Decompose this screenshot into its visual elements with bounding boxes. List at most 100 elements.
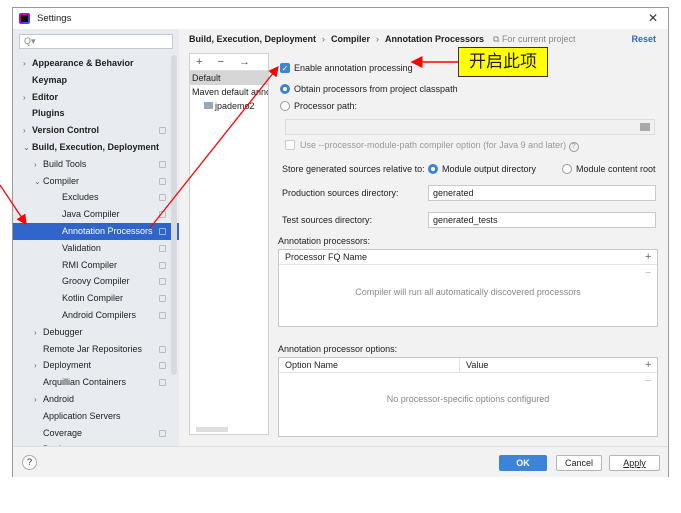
sidebar-item-application-servers[interactable]: Application Servers [13, 408, 179, 425]
chevron-right-icon[interactable]: › [34, 156, 37, 173]
project-scope-icon [159, 194, 166, 202]
add-processor-button[interactable]: + [645, 251, 651, 263]
breadcrumb-item[interactable]: Compiler [331, 34, 370, 44]
sidebar-item-keymap[interactable]: Keymap [13, 72, 179, 89]
for-current-project: ⧉ For current project [493, 34, 575, 45]
sidebar-item-version-control[interactable]: › Version Control [13, 122, 179, 139]
sidebar-item-editor[interactable]: › Editor [13, 89, 179, 106]
settings-sidebar: Q▾ › Appearance & Behavior Keymap › Editor Pl… [13, 29, 179, 446]
sidebar-item-arquillian-containers[interactable]: Arquillian Containers [13, 374, 179, 391]
sidebar-item-build-execution-deployment[interactable]: ⌄ Build, Execution, Deployment [13, 139, 179, 156]
title-bar: Settings ✕ [13, 8, 668, 29]
sidebar-item-compiler[interactable]: ⌄ Compiler [13, 173, 179, 190]
cancel-button[interactable]: Cancel [556, 455, 602, 471]
search-input[interactable]: Q▾ [19, 34, 173, 49]
close-icon[interactable]: ✕ [648, 11, 658, 25]
project-scope-icon [159, 379, 166, 387]
breadcrumb: Build, Execution, Deployment › Compiler › An… [189, 34, 485, 44]
sidebar-item-label: Build, Execution, Deployment [32, 142, 160, 152]
module-content-radio[interactable] [562, 164, 572, 174]
help-button[interactable]: ? [22, 455, 37, 470]
obtain-classpath-label[interactable]: Obtain processors from project classpath [294, 84, 458, 94]
project-scope-icon [159, 345, 166, 353]
project-scope-icon [159, 244, 166, 252]
sidebar-item-label: Plugins [32, 108, 65, 119]
obtain-classpath-radio[interactable] [280, 84, 290, 94]
sidebar-item-label: Application Servers [43, 410, 121, 421]
reset-link[interactable]: Reset [631, 34, 656, 44]
test-dir-input[interactable]: generated_tests [428, 212, 656, 228]
enable-annotation-label[interactable]: Enable annotation processing [294, 63, 413, 73]
sidebar-item-build-tools[interactable]: › Build Tools [13, 156, 179, 173]
sidebar-item-label: Kotlin Compiler [62, 293, 124, 304]
sidebar-item-java-compiler[interactable]: Java Compiler [13, 206, 179, 223]
sidebar-scrollbar[interactable] [171, 55, 177, 375]
processor-options-table[interactable]: Option Name Value No processor-specific … [278, 357, 658, 437]
breadcrumb-item[interactable]: Build, Execution, Deployment [189, 34, 316, 44]
module-path-label: Use --processor-module-path compiler opt… [300, 140, 579, 152]
chevron-down-icon[interactable]: ⌄ [23, 139, 30, 156]
module-output-radio[interactable] [428, 164, 438, 174]
sidebar-item-appearance-behavior[interactable]: › Appearance & Behavior [13, 55, 179, 72]
profile-default[interactable]: Default [190, 71, 268, 85]
profiles-toolbar[interactable]: + − → [190, 54, 268, 71]
chevron-down-icon[interactable]: ⌄ [34, 173, 41, 190]
breadcrumb-item: Annotation Processors [385, 34, 485, 44]
sidebar-item-plugins[interactable]: Plugins [13, 105, 179, 122]
sidebar-item-label: Debugger [43, 326, 83, 337]
copy-icon: ⧉ [493, 34, 502, 44]
value-header[interactable]: Value [459, 358, 488, 373]
apply-button[interactable]: Apply [609, 455, 660, 471]
remove-processor-button[interactable]: − [645, 267, 651, 279]
sidebar-item-label: Version Control [32, 125, 100, 136]
sidebar-item-groovy-compiler[interactable]: Groovy Compiler [13, 273, 179, 290]
profile-module[interactable]: jpademo2 [190, 99, 268, 113]
chevron-right-icon[interactable]: › [23, 122, 26, 139]
module-output-label[interactable]: Module output directory [442, 164, 536, 174]
settings-window: Settings ✕ Q▾ › Appearance & Behavior Keym… [12, 7, 669, 477]
profiles-list: + − → Default Maven default anno jpademo… [189, 53, 269, 435]
production-dir-input[interactable]: generated [428, 185, 656, 201]
processors-table[interactable]: Processor FQ Name Compiler will run all … [278, 249, 658, 327]
annotation-processors-label: Annotation processors: [278, 236, 371, 246]
folder-browse-icon[interactable] [640, 123, 650, 131]
profiles-hscrollbar[interactable] [196, 427, 228, 432]
help-icon[interactable]: ? [568, 142, 579, 152]
annotation-callout: 开启此项 [458, 47, 548, 77]
sidebar-item-label: Android [43, 394, 75, 404]
sidebar-item-annotation-processors[interactable]: Annotation Processors [13, 223, 179, 240]
sidebar-item-label: Android Compilers [62, 310, 137, 320]
sidebar-item-excludes[interactable]: Excludes [13, 189, 179, 206]
window-title: Settings [37, 13, 72, 24]
processor-path-field[interactable] [285, 119, 655, 135]
sidebar-item-rmi-compiler[interactable]: RMI Compiler [13, 257, 179, 274]
options-table-header: Option Name Value [279, 358, 657, 373]
chevron-right-icon[interactable]: › [23, 89, 26, 106]
enable-annotation-checkbox[interactable]: ✓ [280, 63, 290, 73]
sidebar-item-deployment[interactable]: › Deployment [13, 357, 179, 374]
processor-fq-name-header[interactable]: Processor FQ Name [279, 250, 657, 265]
module-name: jpademo2 [215, 101, 255, 111]
processor-path-radio[interactable] [280, 101, 290, 111]
chevron-right-icon[interactable]: › [23, 55, 26, 72]
sidebar-item-remote-jar-repositories[interactable]: Remote Jar Repositories [13, 341, 179, 358]
remove-option-button[interactable]: − [645, 375, 651, 387]
sidebar-item-validation[interactable]: Validation [13, 240, 179, 257]
module-path-checkbox[interactable] [285, 140, 295, 150]
chevron-right-icon[interactable]: › [34, 324, 37, 341]
sidebar-item-label: Arquillian Containers [43, 377, 127, 388]
chevron-right-icon[interactable]: › [34, 391, 37, 408]
sidebar-item-android[interactable]: › Android [13, 391, 179, 408]
chevron-right-icon[interactable]: › [34, 357, 37, 374]
profile-maven-default[interactable]: Maven default anno [190, 85, 268, 99]
options-empty-text: No processor-specific options configured [386, 394, 550, 404]
sidebar-item-kotlin-compiler[interactable]: Kotlin Compiler [13, 290, 179, 307]
sidebar-item-android-compilers[interactable]: Android Compilers [13, 307, 179, 324]
ok-button[interactable]: OK [499, 455, 547, 471]
processor-path-label[interactable]: Processor path: [294, 101, 357, 111]
sidebar-item-debugger[interactable]: › Debugger [13, 324, 179, 341]
module-content-label[interactable]: Module content root [576, 164, 656, 174]
sidebar-item-coverage[interactable]: Coverage [13, 425, 179, 442]
add-option-button[interactable]: + [645, 359, 651, 371]
option-name-header[interactable]: Option Name [285, 360, 338, 370]
